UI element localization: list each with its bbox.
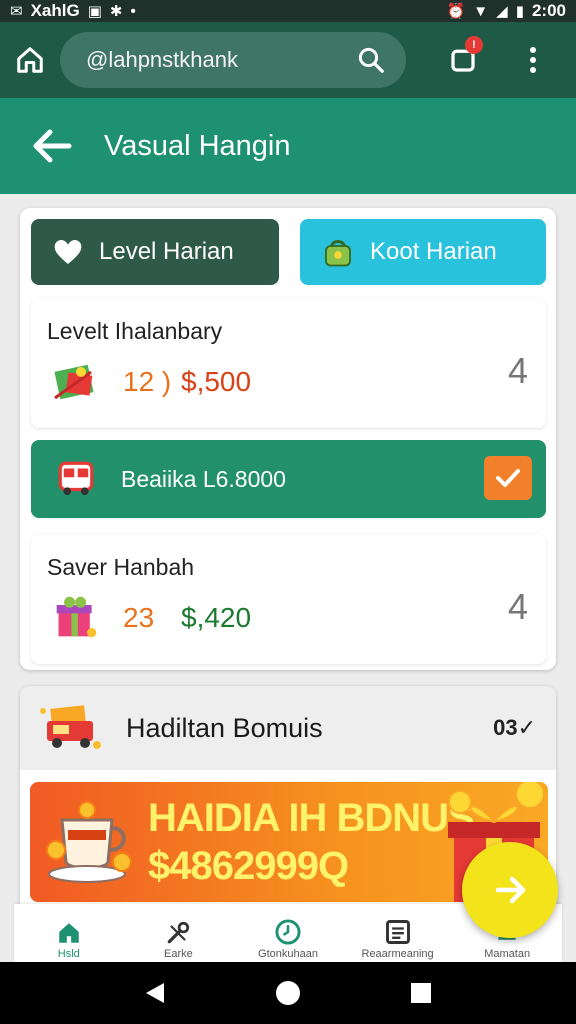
overflow-menu-button[interactable] [498, 22, 568, 98]
tools-icon [168, 921, 190, 944]
back-button[interactable] [0, 98, 104, 194]
list-item-highlighted[interactable]: Beaiika L6.8000 [31, 440, 546, 518]
item-checkbox[interactable] [484, 456, 532, 500]
gift-box-icon [54, 364, 94, 400]
item-title: Levelt Ihalanbary [47, 318, 223, 344]
notification-icon: ✉ [10, 3, 23, 20]
item-count: 12 ) [123, 366, 172, 397]
item-action[interactable]: 4 [508, 350, 528, 392]
tab-koot-harian[interactable]: Koot Harian [300, 219, 546, 285]
bag-icon [325, 240, 351, 267]
present-icon [56, 596, 97, 638]
nav-item-earke[interactable]: Earke [124, 904, 234, 962]
home-icon [17, 47, 43, 73]
list-icon [385, 920, 410, 944]
clock-icon [275, 919, 301, 945]
tab-label: Koot Harian [370, 238, 497, 265]
home-icon [59, 923, 79, 943]
system-navigation-bar [0, 962, 576, 1024]
page-title: Vasual Hangin [104, 129, 291, 162]
carrier-label: XahlG [30, 1, 80, 20]
nav-label: Hsld [57, 948, 80, 960]
battery-icon: ▮ [515, 3, 524, 20]
bonus-title: Hadiltan Bomuis [126, 712, 323, 743]
arrow-right-icon [495, 876, 526, 904]
tabs-badge: ! [465, 36, 483, 54]
browser-bar: @lahpnstkhank ! [0, 22, 576, 98]
url-text: @lahpnstkhank [86, 47, 238, 72]
alarm-icon: ⏰ [446, 3, 466, 20]
item-label: Beaiika L6.8000 [121, 465, 286, 492]
nav-label: Reaarmeaning [361, 948, 434, 960]
item-title: Saver Hanbah [47, 554, 195, 580]
nav-label: Earke [164, 948, 193, 960]
nav-label: Mamatan [484, 948, 531, 960]
clock-time: 2:00 [531, 1, 566, 20]
list-item[interactable]: Levelt Ihalanbary 12 ) $,500 4 [31, 298, 546, 428]
status-bar: ✉ XahlG ▣ ✱ • ⏰ ▼ ◢ ▮ 2:00 [0, 0, 576, 22]
check-icon [496, 469, 520, 487]
app-icon: ▣ [87, 3, 102, 20]
item-amount: $,500 [181, 366, 252, 397]
bonus-row[interactable]: Hadiltan Bomuis 03✓ [20, 686, 556, 770]
status-left: ✉ XahlG ▣ ✱ • [10, 1, 136, 21]
recents-square-icon[interactable] [410, 982, 432, 1004]
back-triangle-icon[interactable] [144, 981, 166, 1005]
bonus-icon-wrap [20, 701, 126, 755]
tab-level-harian[interactable]: Level Harian [31, 219, 279, 285]
more-vert-icon [530, 47, 536, 73]
address-bar[interactable]: @lahpnstkhank [60, 32, 406, 88]
coin-cup-icon [46, 801, 132, 883]
bus-icon-wrap [31, 458, 121, 500]
home-circle-icon[interactable] [275, 980, 301, 1006]
nav-label: Gtonkuhaan [258, 948, 318, 960]
app-header: Vasual Hangin [0, 98, 576, 194]
wifi-icon: ▼ [473, 2, 489, 20]
status-right: ⏰ ▼ ◢ ▮ 2:00 [447, 1, 566, 21]
bonus-check: 03✓ [493, 715, 536, 740]
nav-item-gtonkuhaan[interactable]: Gtonkuhaan [233, 904, 343, 962]
heart-icon [54, 240, 82, 264]
home-button[interactable] [0, 22, 60, 98]
nav-item-reaarmeaning[interactable]: Reaarmeaning [343, 904, 453, 962]
daily-level-card: Level Harian Koot Harian Levelt Ihalanba… [20, 208, 556, 670]
item-action[interactable]: 4 [508, 586, 528, 628]
item-count: 23 [123, 602, 155, 633]
back-arrow-icon [33, 129, 72, 163]
search-icon[interactable] [356, 45, 386, 75]
settings-icon: ✱ [109, 3, 123, 20]
tabs-button[interactable]: ! [428, 22, 498, 98]
list-item[interactable]: Saver Hanbah 23 $,420 4 [31, 534, 546, 664]
nav-item-hsld[interactable]: Hsld [14, 904, 124, 962]
bus-icon [58, 461, 94, 496]
promo-amount: $4862999Q [148, 844, 349, 888]
tab-label: Level Harian [99, 238, 234, 265]
signal-icon: ◢ [496, 3, 508, 20]
item-amount: $,420 [181, 602, 252, 633]
next-fab-button[interactable] [462, 842, 558, 938]
truck-icon [40, 705, 101, 749]
dot-icon: • [130, 2, 136, 20]
